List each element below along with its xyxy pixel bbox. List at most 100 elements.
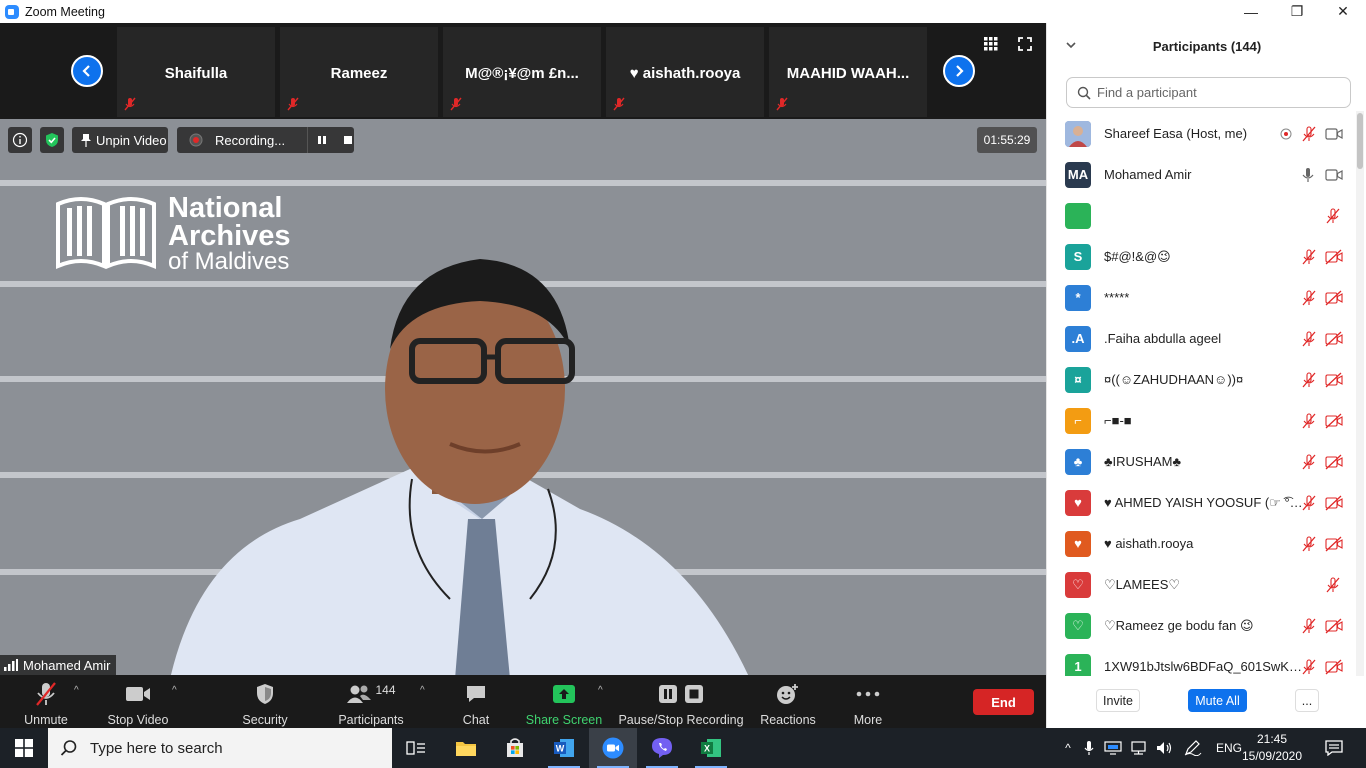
participant-mic-status[interactable] [1301, 371, 1317, 388]
chevron-down-icon[interactable] [1065, 39, 1077, 51]
participant-mic-status[interactable] [1301, 248, 1317, 265]
participants-options-caret[interactable]: ^ [420, 685, 425, 696]
participant-row[interactable] [1047, 195, 1355, 236]
participant-mic-status[interactable] [1301, 535, 1317, 552]
participant-row[interactable]: ¤ ¤((☺ZAHUDHAAN☺))¤ [1047, 359, 1355, 400]
pen-workspace-icon[interactable] [1184, 740, 1202, 756]
participant-video-status[interactable] [1325, 249, 1343, 265]
more-button[interactable]: More [850, 681, 886, 727]
participant-row[interactable]: ♣ ♣IRUSHAM♣ [1047, 441, 1355, 482]
participant-row[interactable]: S $#@!&@😉 [1047, 236, 1355, 277]
participant-row[interactable]: MA Mohamed Amir [1047, 154, 1355, 195]
clock-time: 21:45 [1256, 732, 1288, 746]
volume-icon[interactable] [1156, 741, 1174, 755]
zoom-app[interactable] [589, 728, 637, 768]
participant-list-scrollbar[interactable] [1356, 111, 1364, 676]
participant-mic-status[interactable] [1301, 167, 1315, 183]
participant-row[interactable]: .A .Faiha abdulla ageel [1047, 318, 1355, 359]
file-explorer-app[interactable] [442, 728, 490, 768]
panel-more-button[interactable]: ... [1295, 689, 1319, 712]
tile-name: ♥ aishath.rooya [629, 65, 741, 82]
reactions-button[interactable]: Reactions [760, 681, 816, 727]
stop-recording-icon[interactable] [342, 134, 354, 146]
participant-row[interactable]: ♥ ♥ AHMED YAISH YOOSUF (☞ ͡° ͜ʖ ͡°)☞ [1047, 482, 1355, 523]
stop-video-button[interactable]: Stop Video [108, 681, 168, 727]
video-tile[interactable]: ♥ aishath.rooya [606, 27, 764, 117]
show-hidden-icons-caret[interactable]: ^ [1058, 741, 1078, 755]
invite-button[interactable]: Invite [1096, 689, 1140, 712]
unmute-button[interactable]: Unmute [24, 681, 68, 727]
participant-row[interactable]: ⌐ ⌐■-■ [1047, 400, 1355, 441]
participant-video-status[interactable] [1325, 290, 1343, 306]
participant-search-input[interactable] [1097, 85, 1337, 100]
encryption-button[interactable] [40, 127, 64, 153]
audio-options-caret[interactable]: ^ [74, 685, 79, 696]
participant-video-status[interactable] [1325, 659, 1343, 675]
participant-video-status[interactable] [1325, 413, 1343, 429]
mute-all-button[interactable]: Mute All [1188, 689, 1247, 712]
video-tile[interactable]: Rameez [280, 27, 438, 117]
participant-video-status[interactable] [1325, 168, 1343, 182]
security-button[interactable]: Security [242, 681, 288, 727]
participant-mic-status[interactable] [1301, 658, 1317, 675]
participant-video-status[interactable] [1325, 618, 1343, 634]
participant-mic-status[interactable] [1301, 289, 1317, 306]
chat-button[interactable]: Chat [456, 681, 496, 727]
participant-row[interactable]: ♡ ♡LAMEES♡ [1047, 564, 1355, 605]
participant-row[interactable]: * ***** [1047, 277, 1355, 318]
participant-mic-status[interactable] [1325, 576, 1341, 593]
participant-mic-status[interactable] [1301, 494, 1317, 511]
network-icon[interactable] [1130, 741, 1148, 755]
participant-video-status[interactable] [1325, 536, 1343, 552]
strip-next-button[interactable] [943, 55, 975, 87]
fullscreen-icon[interactable] [1018, 37, 1032, 51]
video-tile[interactable]: MAAHID WAAH... [769, 27, 927, 117]
maximize-button[interactable]: ❐ [1274, 0, 1320, 23]
unpin-video-button[interactable]: Unpin Video [72, 127, 168, 153]
participant-video-status[interactable] [1325, 495, 1343, 511]
participant-search[interactable] [1066, 77, 1351, 108]
meeting-info-button[interactable] [8, 127, 32, 153]
video-tile[interactable]: M@®¡¥@m £n... [443, 27, 601, 117]
participant-mic-status[interactable] [1301, 412, 1317, 429]
share-options-caret[interactable]: ^ [598, 685, 603, 696]
participant-video-status[interactable] [1325, 127, 1343, 141]
participant-mic-status[interactable] [1301, 330, 1317, 347]
pause-stop-recording-button[interactable]: Pause/Stop Recording [618, 681, 744, 727]
participant-video-status[interactable] [1325, 331, 1343, 347]
close-button[interactable]: ✕ [1320, 0, 1366, 23]
start-button[interactable] [0, 728, 48, 768]
word-app[interactable]: W [540, 728, 588, 768]
participant-mic-status[interactable] [1325, 207, 1341, 224]
viber-app[interactable] [638, 728, 686, 768]
end-meeting-button[interactable]: End [973, 689, 1034, 715]
minimize-button[interactable]: — [1228, 0, 1274, 23]
store-app[interactable] [491, 728, 539, 768]
share-screen-button[interactable]: Share Screen [526, 681, 602, 727]
participant-mic-status[interactable] [1301, 617, 1317, 634]
monitor-tray-icon[interactable] [1104, 741, 1122, 755]
gallery-view-icon[interactable] [984, 37, 998, 51]
participants-button[interactable]: 144 Participants [338, 681, 404, 727]
microphone-tray-icon[interactable] [1084, 740, 1094, 756]
notifications-button[interactable] [1310, 728, 1358, 768]
pause-recording-icon[interactable] [316, 134, 328, 146]
participant-row[interactable]: ♡ ♡Rameez ge bodu fan 😉 [1047, 605, 1355, 646]
excel-app[interactable]: X [687, 728, 735, 768]
participant-video-status[interactable] [1325, 372, 1343, 388]
participant-row[interactable]: 1 1XW91bJtslw6BDFaQ_601SwKgr... [1047, 646, 1355, 676]
taskbar-clock[interactable]: 21:45 15/09/2020 [1240, 731, 1304, 765]
video-tile[interactable]: Shaifulla [117, 27, 275, 117]
participant-row[interactable]: ♥ ♥ aishath.rooya [1047, 523, 1355, 564]
participant-video-status[interactable] [1325, 454, 1343, 470]
input-language[interactable]: ENG [1216, 741, 1242, 755]
participant-mic-status[interactable] [1301, 125, 1317, 142]
task-view-button[interactable] [392, 728, 440, 768]
video-options-caret[interactable]: ^ [172, 685, 177, 696]
active-speaker-video[interactable]: National Archives of Maldives Unpin Vide… [0, 119, 1046, 675]
taskbar-search[interactable]: Type here to search [48, 728, 392, 768]
participant-name: ♡Rameez ge bodu fan 😉 [1104, 617, 1254, 633]
participant-row[interactable]: Shareef Easa (Host, me) [1047, 113, 1355, 154]
strip-prev-button[interactable] [71, 55, 103, 87]
participant-mic-status[interactable] [1301, 453, 1317, 470]
